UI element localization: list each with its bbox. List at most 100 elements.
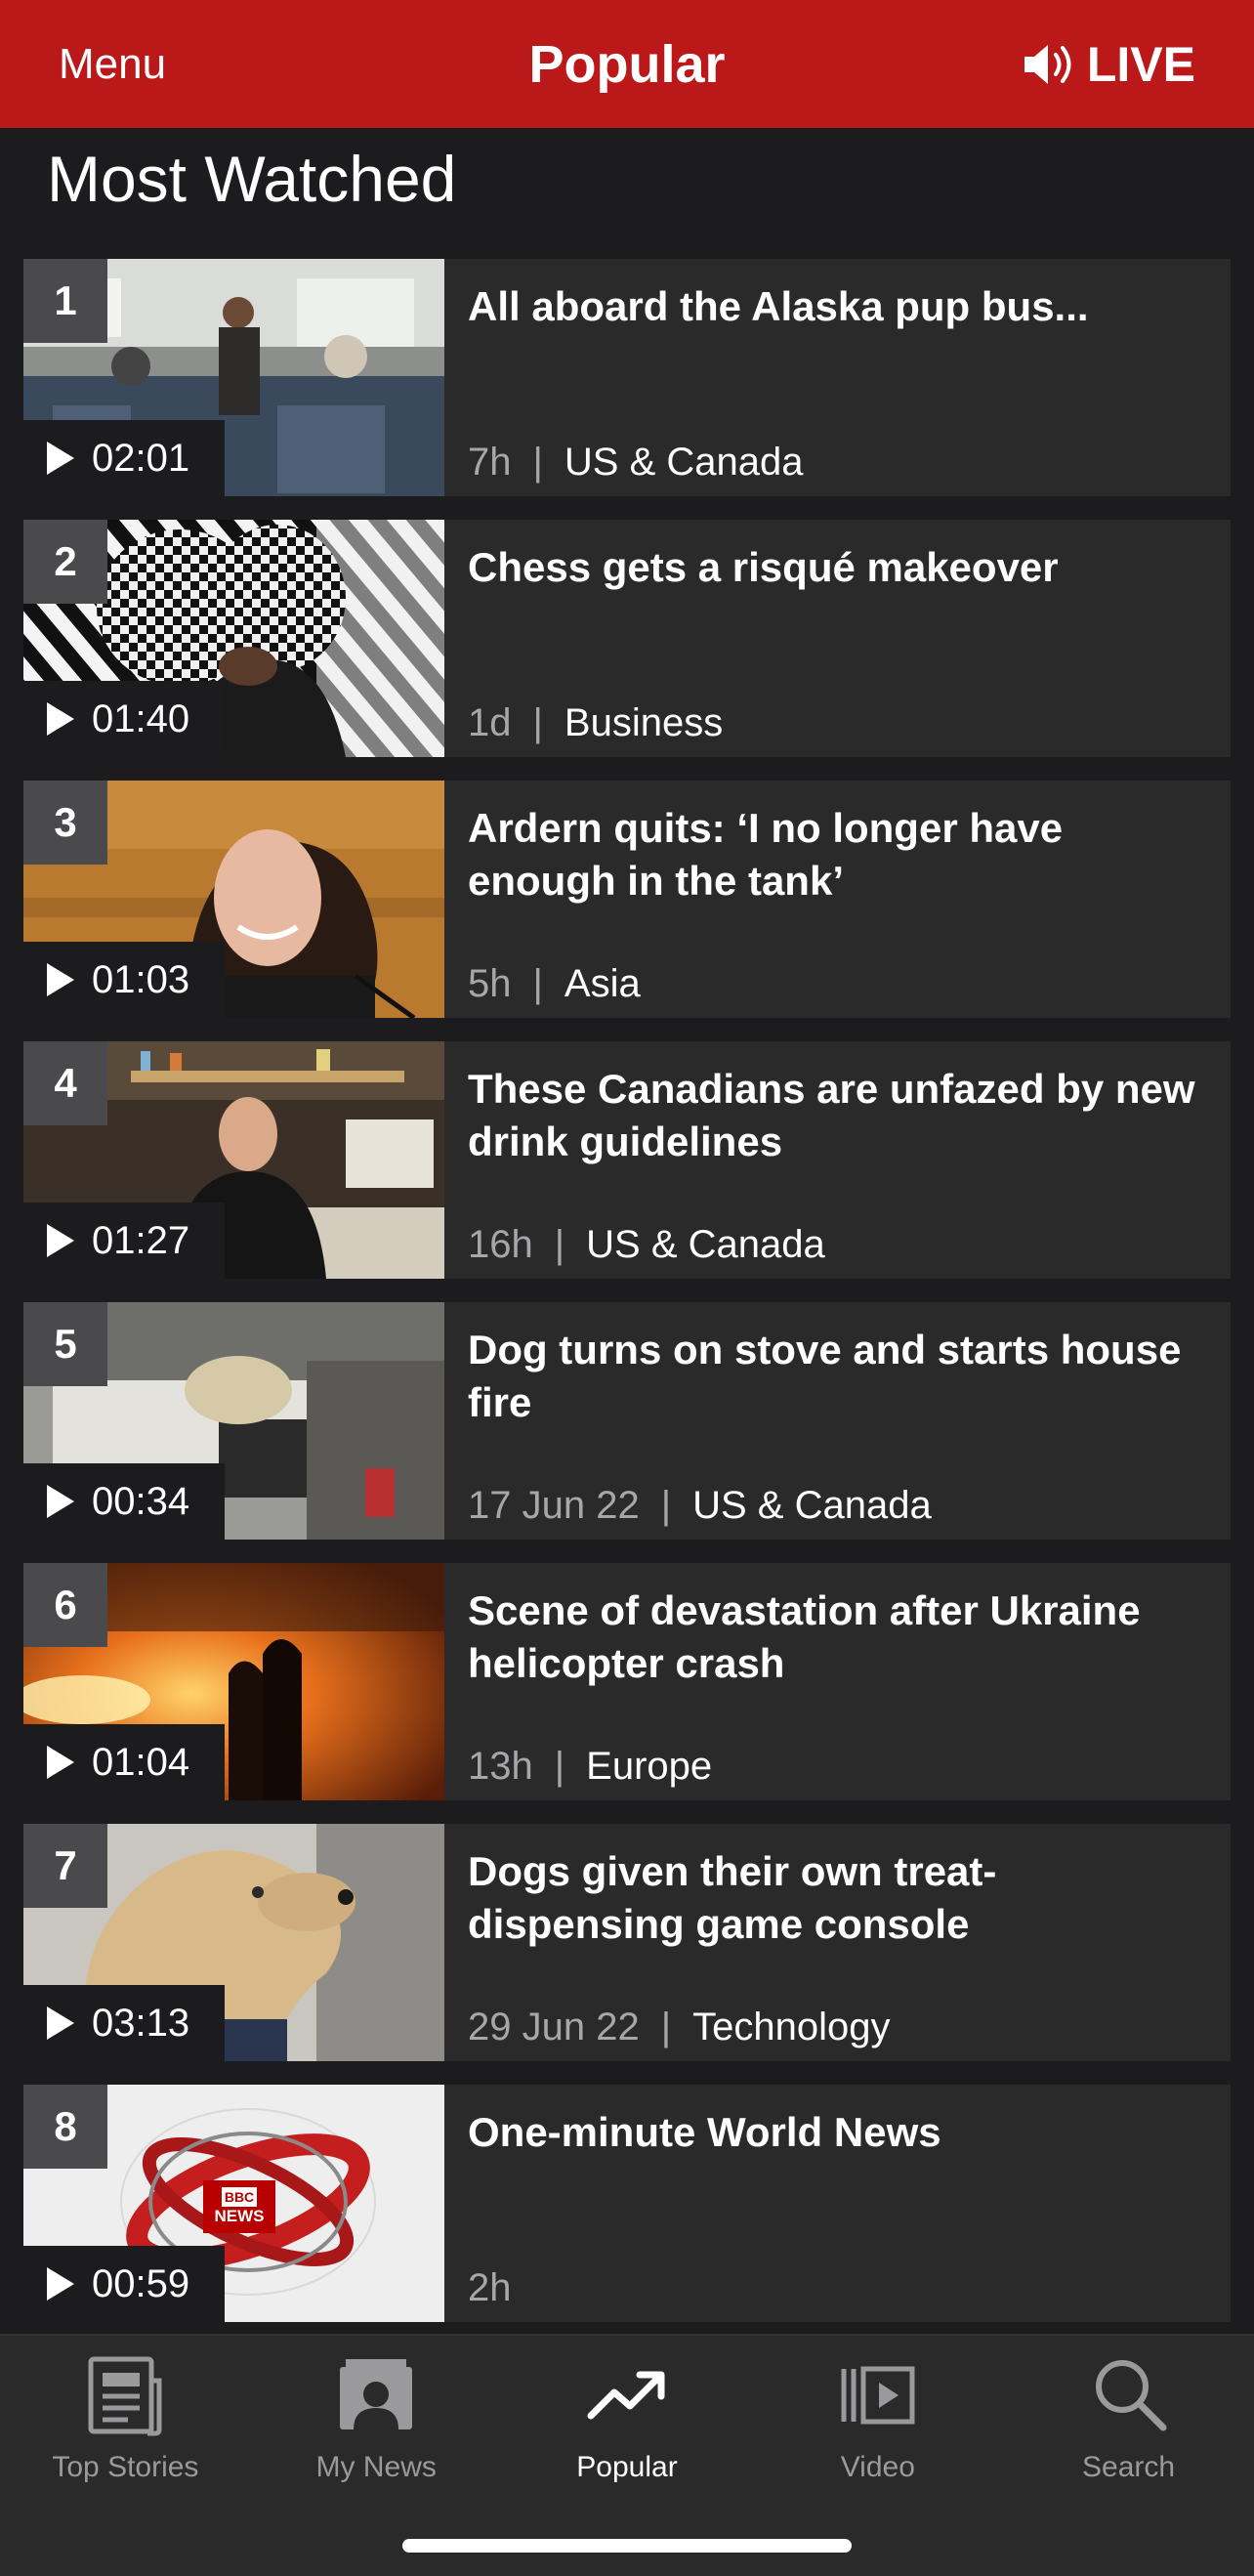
headline: Chess gets a risqué makeover xyxy=(468,544,1059,590)
live-button[interactable]: LIVE xyxy=(1021,36,1195,93)
rank-badge: 7 xyxy=(23,1824,107,1908)
category: Business xyxy=(564,701,724,744)
tab-my-news[interactable]: My News xyxy=(251,2336,502,2492)
duration-text: 00:34 xyxy=(92,1479,190,1523)
item-meta: 13h | Europe xyxy=(468,1745,712,1789)
rank-badge: 5 xyxy=(23,1302,107,1386)
timestamp: 7h xyxy=(468,441,512,484)
rank-badge: 2 xyxy=(23,520,107,604)
duration-text: 03:13 xyxy=(92,2001,190,2045)
trending-icon xyxy=(587,2371,665,2420)
list-item[interactable]: 2 01:40 Chess gets a risqué makeover 1d … xyxy=(23,520,1231,757)
list-item[interactable]: 6 01:04 Scene of devastation after Ukrai… xyxy=(23,1563,1231,1800)
rank-badge: 3 xyxy=(23,781,107,865)
tab-popular[interactable]: Popular xyxy=(502,2336,753,2492)
rank-badge: 4 xyxy=(23,1041,107,1125)
category: US & Canada xyxy=(586,1223,825,1266)
duration-badge: 02:01 xyxy=(23,420,225,496)
video-thumbnail: 6 01:04 xyxy=(23,1563,444,1800)
headline: These Canadians are unfazed by new drink… xyxy=(468,1066,1195,1164)
duration-badge: 00:59 xyxy=(23,2246,225,2322)
video-thumbnail: BBC NEWS 8 00:59 xyxy=(23,2085,444,2322)
separator: | xyxy=(660,2006,672,2048)
item-meta: 16h | US & Canada xyxy=(468,1223,825,1267)
timestamp: 13h xyxy=(468,1745,533,1788)
separator: | xyxy=(532,701,543,744)
category: Technology xyxy=(692,2006,891,2048)
tab-label: Popular xyxy=(576,2451,678,2483)
category: US & Canada xyxy=(564,441,804,484)
list-item[interactable]: 5 00:34 Dog turns on stove and starts ho… xyxy=(23,1302,1231,1540)
item-meta: 7h | US & Canada xyxy=(468,441,803,485)
play-icon xyxy=(47,1746,74,1779)
timestamp: 17 Jun 22 xyxy=(468,1484,640,1527)
timestamp: 29 Jun 22 xyxy=(468,2006,640,2048)
play-icon xyxy=(47,1485,74,1518)
live-label: LIVE xyxy=(1086,36,1195,92)
timestamp: 16h xyxy=(468,1223,533,1266)
play-icon xyxy=(47,2006,74,2040)
list-item[interactable]: 7 03:13 Dogs given their own treat-dispe… xyxy=(23,1824,1231,2061)
duration-text: 01:27 xyxy=(92,1218,190,1262)
item-meta: 1d | Business xyxy=(468,701,723,745)
item-meta: 5h | Asia xyxy=(468,962,641,1006)
rank-badge: 1 xyxy=(23,259,107,343)
bbc-news-logo: BBC NEWS xyxy=(203,2180,275,2233)
duration-badge: 03:13 xyxy=(23,1985,225,2061)
duration-badge: 01:40 xyxy=(23,681,225,757)
video-thumbnail: 5 00:34 xyxy=(23,1302,444,1540)
duration-text: 00:59 xyxy=(92,2261,190,2305)
rank-badge: 8 xyxy=(23,2085,107,2169)
headline: Ardern quits: ‘I no longer have enough i… xyxy=(468,805,1064,904)
tab-label: Top Stories xyxy=(52,2451,199,2483)
search-icon xyxy=(1095,2360,1167,2431)
duration-badge: 01:03 xyxy=(23,942,225,1018)
category: Asia xyxy=(564,962,641,1005)
tab-label: My News xyxy=(315,2451,437,2483)
section-title: Most Watched xyxy=(47,143,457,215)
play-icon xyxy=(47,702,74,736)
duration-badge: 00:34 xyxy=(23,1463,225,1540)
headline: Scene of devastation after Ukraine helic… xyxy=(468,1587,1141,1686)
tab-label: Search xyxy=(1082,2451,1176,2483)
list-item[interactable]: 3 01:03 Ardern quits: ‘I no longer have … xyxy=(23,781,1231,1018)
newspaper-icon xyxy=(88,2356,162,2436)
top-bar: Menu Popular LIVE xyxy=(0,0,1254,128)
play-icon xyxy=(47,442,74,475)
category: Europe xyxy=(586,1745,713,1788)
timestamp: 2h xyxy=(468,2266,512,2309)
tab-video[interactable]: Video xyxy=(752,2336,1003,2492)
logo-text-top: BBC xyxy=(221,2187,258,2207)
tab-top-stories[interactable]: Top Stories xyxy=(0,2336,251,2492)
duration-badge: 01:27 xyxy=(23,1203,225,1279)
video-thumbnail: 3 01:03 xyxy=(23,781,444,1018)
speaker-icon xyxy=(1024,44,1071,84)
timestamp: 1d xyxy=(468,701,512,744)
item-meta: 2h xyxy=(468,2266,512,2310)
separator: | xyxy=(554,1745,565,1788)
menu-button[interactable]: Menu xyxy=(59,40,166,89)
person-news-icon xyxy=(340,2359,413,2429)
tab-search[interactable]: Search xyxy=(1003,2336,1254,2492)
duration-text: 02:01 xyxy=(92,436,190,480)
duration-text: 01:03 xyxy=(92,957,190,1001)
separator: | xyxy=(532,962,543,1005)
list-item[interactable]: 1 02:01 All aboard the Alaska pup bus...… xyxy=(23,259,1231,496)
video-thumbnail: 1 02:01 xyxy=(23,259,444,496)
logo-text-bottom: NEWS xyxy=(214,2207,265,2225)
headline: Dogs given their own treat-dispensing ga… xyxy=(468,1848,997,1947)
separator: | xyxy=(554,1223,565,1266)
rank-badge: 6 xyxy=(23,1563,107,1647)
play-icon xyxy=(47,1224,74,1257)
list-item[interactable]: BBC NEWS 8 00:59 One-minute World News 2… xyxy=(23,2085,1231,2322)
list-item[interactable]: 4 01:27 These Canadians are unfazed by n… xyxy=(23,1041,1231,1279)
separator: | xyxy=(532,441,543,484)
category: US & Canada xyxy=(692,1484,932,1527)
play-icon xyxy=(47,963,74,996)
headline: Dog turns on stove and starts house fire xyxy=(468,1327,1182,1425)
item-meta: 29 Jun 22 | Technology xyxy=(468,2006,890,2049)
video-icon xyxy=(841,2366,915,2425)
home-indicator[interactable] xyxy=(402,2539,852,2553)
duration-text: 01:04 xyxy=(92,1740,190,1784)
video-thumbnail: 7 03:13 xyxy=(23,1824,444,2061)
